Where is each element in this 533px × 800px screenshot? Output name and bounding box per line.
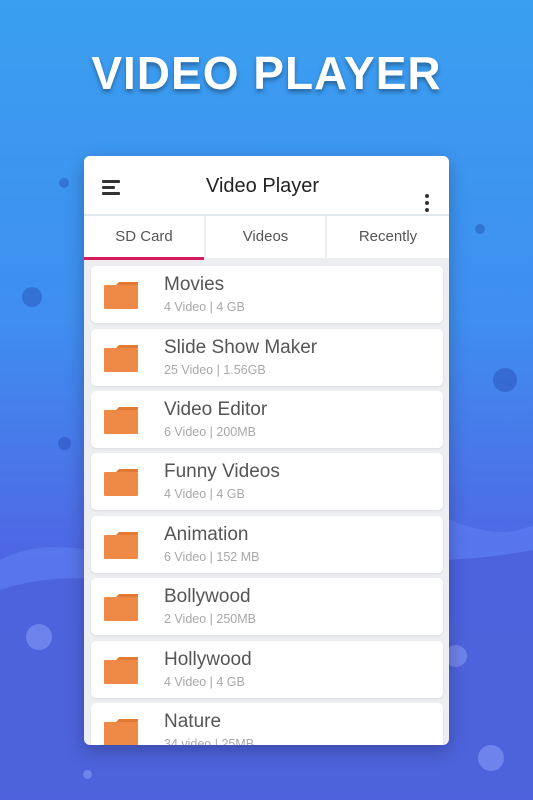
folder-info: 4 Video | 4 GB — [164, 675, 245, 689]
tab-label: Videos — [242, 228, 289, 245]
decor-dot — [26, 624, 52, 650]
tab-recently[interactable]: Recently — [327, 216, 449, 258]
tab-videos[interactable]: Videos — [206, 216, 325, 258]
folder-name: Funny Videos — [164, 461, 280, 482]
folder-item[interactable]: Animation 6 Video | 152 MB — [91, 516, 443, 573]
decor-dot — [493, 368, 517, 392]
folder-icon — [104, 719, 138, 745]
folder-name: Bollywood — [164, 586, 251, 607]
more-vertical-icon[interactable] — [423, 194, 431, 216]
folder-item[interactable]: Nature 34 video | 25MB — [91, 703, 443, 745]
folder-item[interactable]: Hollywood 4 Video | 4 GB — [91, 641, 443, 698]
hero-title: VIDEO PLAYER — [91, 47, 442, 99]
folder-info: 6 Video | 152 MB — [164, 550, 260, 564]
app-title: Video Player — [206, 175, 320, 197]
folder-icon — [104, 282, 138, 309]
folder-icon — [104, 594, 138, 621]
decor-dot — [475, 224, 485, 234]
decor-dot — [478, 745, 504, 771]
tab-label: Recently — [358, 228, 418, 245]
folder-icon — [104, 345, 138, 372]
decor-dot — [59, 178, 69, 188]
decor-dot — [22, 287, 42, 307]
folder-name: Video Editor — [164, 399, 268, 420]
tab-label: SD Card — [115, 228, 173, 245]
folder-icon — [104, 532, 138, 559]
folder-info: 4 Video | 4 GB — [164, 487, 245, 501]
folder-icon — [104, 657, 138, 684]
folder-item[interactable]: Video Editor 6 Video | 200MB — [91, 391, 443, 448]
folder-item[interactable]: Funny Videos 4 Video | 4 GB — [91, 453, 443, 510]
hamburger-menu-icon[interactable] — [102, 180, 124, 196]
folder-info: 6 Video | 200MB — [164, 425, 256, 439]
folder-name: Nature — [164, 711, 222, 732]
folder-name: Animation — [164, 524, 249, 545]
phone-screen: Video Player SD Card Videos Recently Mov… — [84, 156, 449, 745]
folder-name: Movies — [164, 274, 225, 295]
tab-bar: SD Card Videos Recently — [84, 216, 449, 260]
folder-info: 34 video | 25MB — [164, 737, 255, 745]
folder-name: Hollywood — [164, 649, 252, 670]
folder-info: 25 Video | 1.56GB — [164, 363, 266, 377]
decor-dot — [58, 437, 71, 450]
decor-dot — [83, 770, 92, 779]
folder-name: Slide Show Maker — [164, 337, 318, 358]
folder-info: 2 Video | 250MB — [164, 612, 256, 626]
folder-item[interactable]: Bollywood 2 Video | 250MB — [91, 578, 443, 635]
folder-item[interactable]: Movies 4 Video | 4 GB — [91, 266, 443, 323]
folder-list[interactable]: Movies 4 Video | 4 GB Slide Show Maker 2… — [84, 260, 449, 745]
folder-icon — [104, 407, 138, 434]
folder-icon — [104, 469, 138, 496]
folder-info: 4 Video | 4 GB — [164, 300, 245, 314]
folder-item[interactable]: Slide Show Maker 25 Video | 1.56GB — [91, 329, 443, 386]
tab-sd-card[interactable]: SD Card — [84, 216, 204, 260]
app-bar: Video Player — [84, 156, 449, 216]
